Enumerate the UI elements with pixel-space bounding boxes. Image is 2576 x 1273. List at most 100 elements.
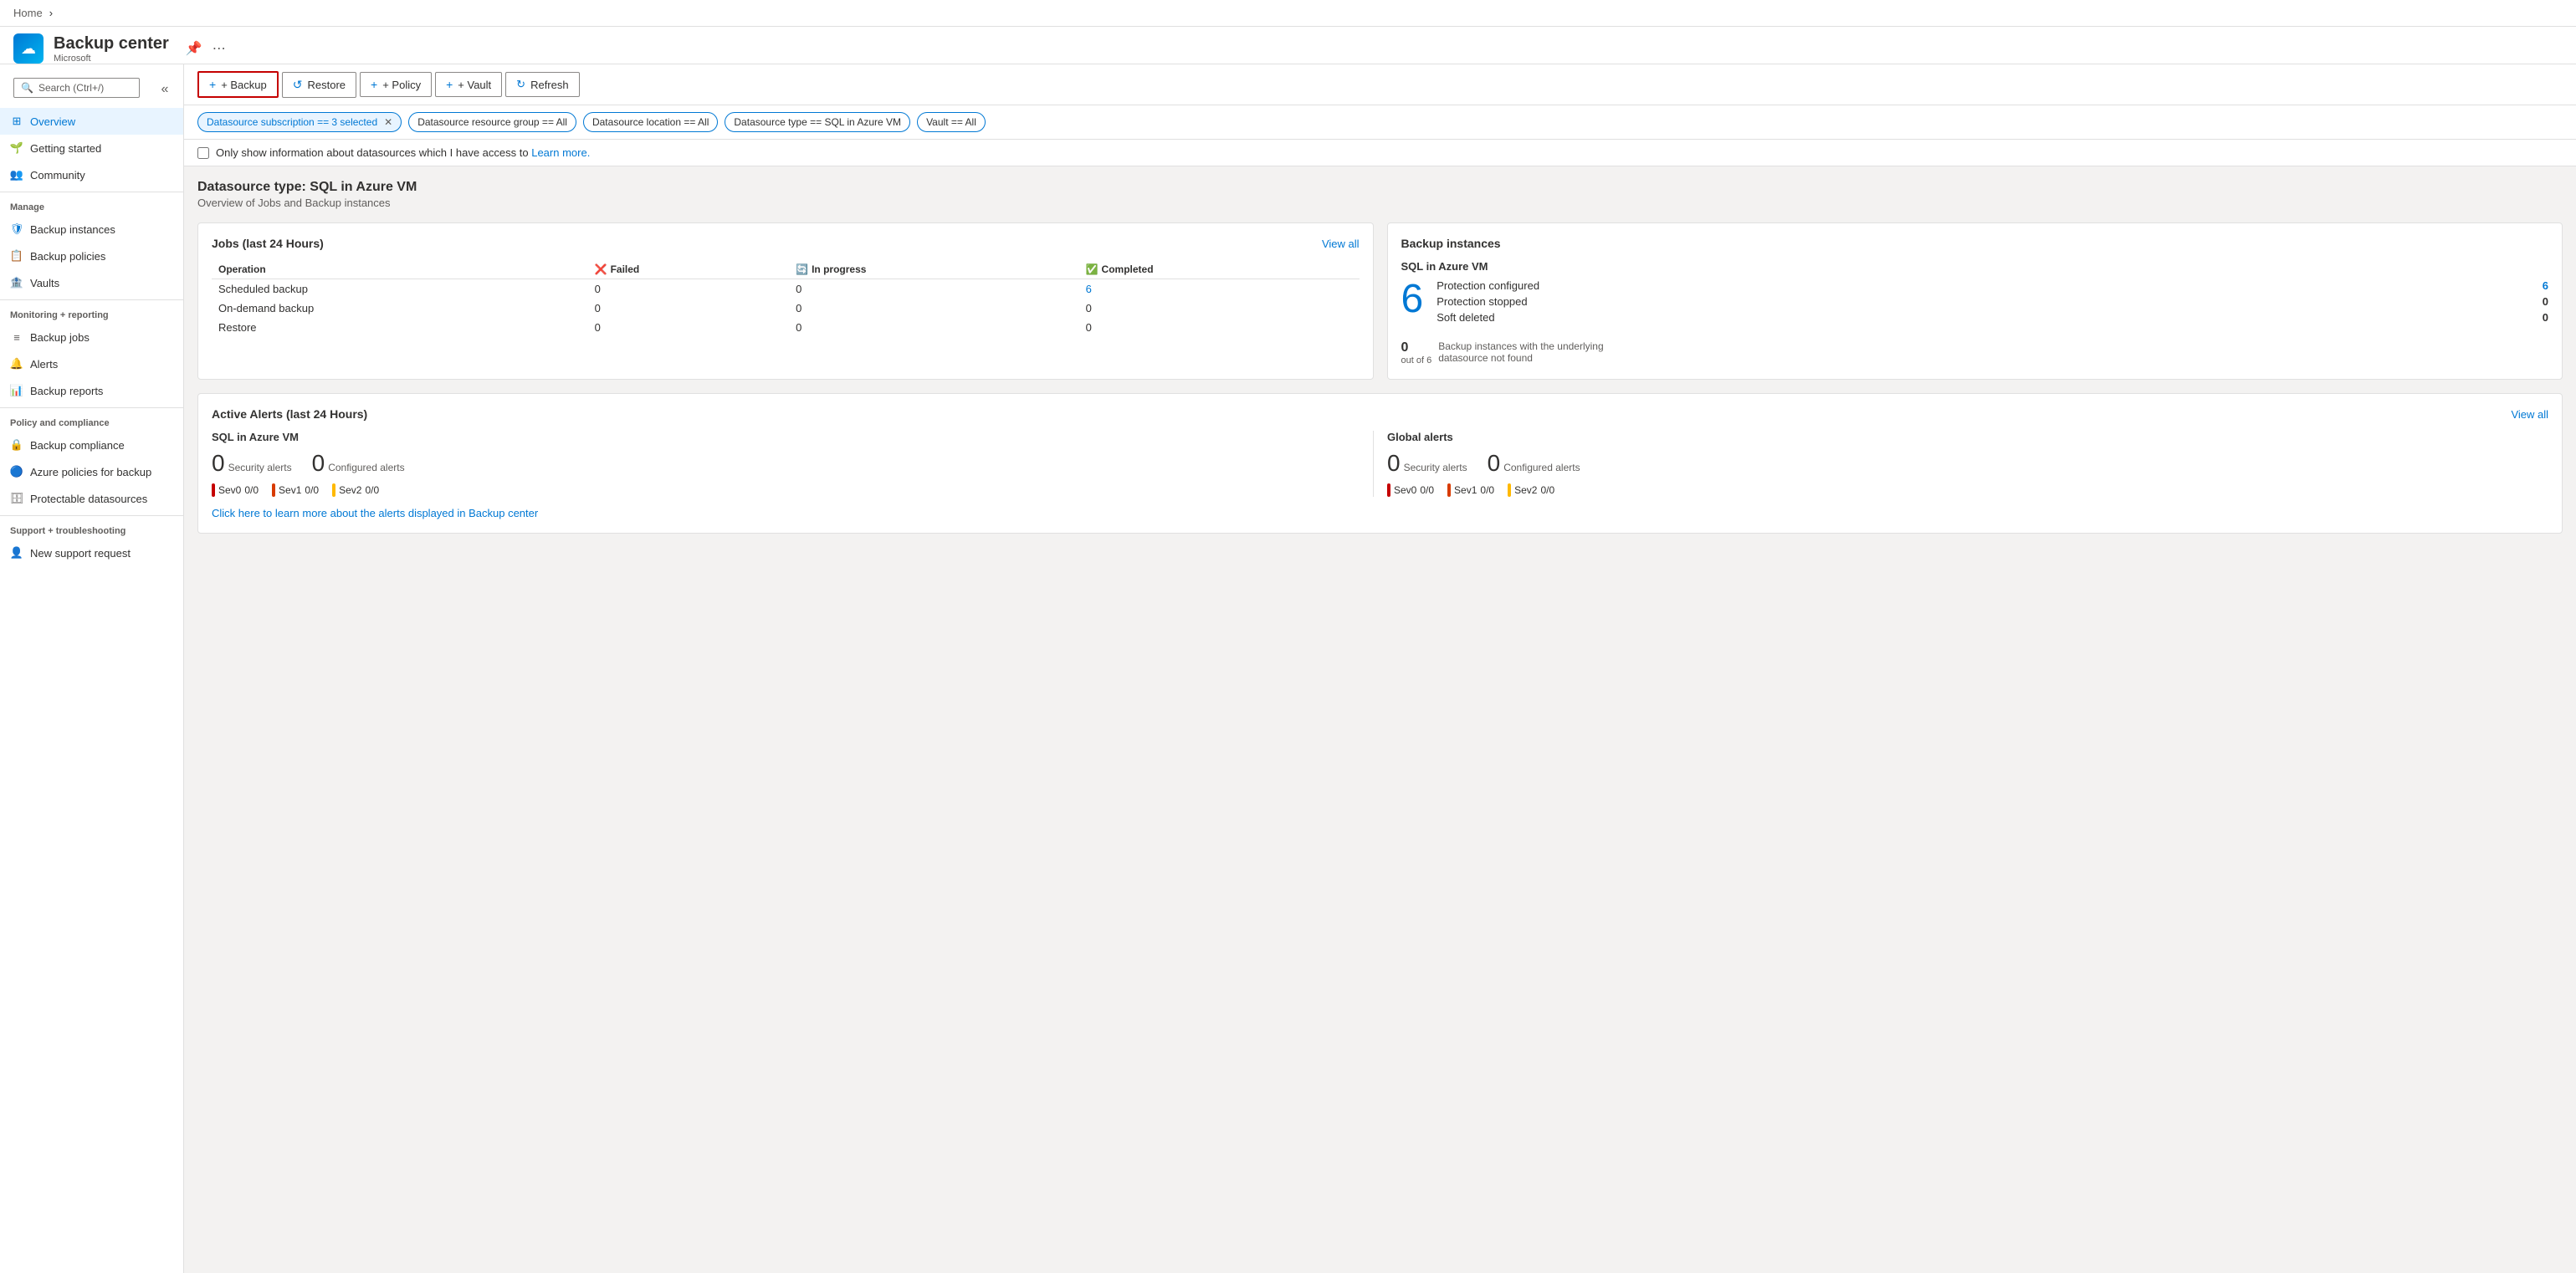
sidebar: 🔍 Search (Ctrl+/) « ⊞ Overview 🌱 Getting… bbox=[0, 64, 184, 1273]
sidebar-label-backup-compliance: Backup compliance bbox=[30, 439, 125, 452]
alerts-sql-security-count: 0 bbox=[212, 450, 225, 477]
alerts-view-all-link[interactable]: View all bbox=[2511, 408, 2548, 421]
jobs-col-operation: Operation bbox=[212, 260, 588, 279]
sidebar-label-backup-jobs: Backup jobs bbox=[30, 331, 90, 344]
restore-button[interactable]: ↺ Restore bbox=[282, 72, 356, 98]
vault-button[interactable]: + + Vault bbox=[435, 72, 502, 97]
sidebar-item-protectable-datasources[interactable]: 🗄 Protectable datasources bbox=[0, 485, 183, 512]
sidebar-label-backup-policies: Backup policies bbox=[30, 250, 105, 263]
backup-button[interactable]: + + Backup bbox=[197, 71, 279, 98]
filter-location[interactable]: Datasource location == All bbox=[583, 112, 718, 132]
breadcrumb-home[interactable]: Home bbox=[13, 7, 43, 19]
sidebar-item-community[interactable]: 👥 Community bbox=[0, 161, 183, 188]
filter-datasource-type-label: Datasource type == SQL in Azure VM bbox=[734, 116, 901, 128]
alerts-sql-configured-num: 0 Configured alerts bbox=[312, 450, 405, 477]
bi-big-num-value: 6 bbox=[1401, 277, 1424, 321]
jobs-col-completed-label: Completed bbox=[1102, 263, 1154, 275]
alerts-global-sev-row: Sev0 0/0 Sev1 0/0 Sev2 0/0 bbox=[1387, 483, 2535, 497]
sidebar-label-protectable-datasources: Protectable datasources bbox=[30, 493, 147, 505]
bi-sub-num-area: 0 out of 6 bbox=[1401, 340, 1432, 366]
jobs-card-header: Jobs (last 24 Hours) View all bbox=[212, 237, 1360, 250]
pin-icon[interactable]: 📌 bbox=[186, 40, 202, 57]
sidebar-label-alerts: Alerts bbox=[30, 358, 58, 371]
alerts-sql-sev-row: Sev0 0/0 Sev1 0/0 Sev2 0/0 bbox=[212, 483, 1360, 497]
refresh-button[interactable]: ↻ Refresh bbox=[505, 72, 579, 97]
sidebar-item-alerts[interactable]: 🔔 Alerts bbox=[0, 350, 183, 377]
sidebar-item-backup-reports[interactable]: 📊 Backup reports bbox=[0, 377, 183, 404]
monitoring-section-label: Monitoring + reporting bbox=[0, 299, 183, 324]
global-sev2-value: 0/0 bbox=[1540, 484, 1554, 496]
sev0-bar bbox=[212, 483, 215, 497]
alerts-sections: SQL in Azure VM 0 Security alerts 0 Conf… bbox=[212, 431, 2548, 497]
alerts-global-title: Global alerts bbox=[1387, 431, 2535, 443]
learn-more-link[interactable]: Learn more. bbox=[531, 146, 590, 159]
alerts-card: Active Alerts (last 24 Hours) View all S… bbox=[197, 393, 2563, 534]
alerts-learn-more-link[interactable]: Click here to learn more about the alert… bbox=[212, 507, 538, 519]
sidebar-collapse-button[interactable]: « bbox=[153, 78, 177, 101]
main-layout: 🔍 Search (Ctrl+/) « ⊞ Overview 🌱 Getting… bbox=[0, 64, 2576, 1273]
sidebar-label-getting-started: Getting started bbox=[30, 142, 101, 155]
job-row-2-failed: 0 bbox=[588, 318, 790, 337]
bi-row-1-value: 0 bbox=[2543, 295, 2548, 308]
sev0-label: Sev0 bbox=[218, 484, 241, 496]
sidebar-item-azure-policies[interactable]: 🔵 Azure policies for backup bbox=[0, 458, 183, 485]
alerts-global-security-label: Security alerts bbox=[1404, 462, 1467, 473]
page-section-subtitle: Overview of Jobs and Backup instances bbox=[197, 197, 2563, 209]
jobs-view-all-link[interactable]: View all bbox=[1322, 238, 1360, 250]
sidebar-label-new-support: New support request bbox=[30, 547, 131, 560]
sidebar-item-backup-instances[interactable]: 🛡 Backup instances bbox=[0, 216, 183, 243]
bi-row-0-value[interactable]: 6 bbox=[2543, 279, 2548, 292]
sidebar-item-vaults[interactable]: 🏦 Vaults bbox=[0, 269, 183, 296]
jobs-col-progress: 🔄 In progress bbox=[789, 260, 1078, 279]
global-sev1-value: 0/0 bbox=[1480, 484, 1494, 496]
app-title: Backup center bbox=[54, 34, 169, 54]
sev1-bar bbox=[272, 483, 275, 497]
jobs-table: Operation ❌ Failed bbox=[212, 260, 1360, 337]
alerts-global-sev0: Sev0 0/0 bbox=[1387, 483, 1434, 497]
backup-plus-icon: + bbox=[209, 78, 216, 91]
community-icon: 👥 bbox=[10, 168, 23, 181]
more-icon[interactable]: ⋯ bbox=[213, 40, 226, 57]
app-subtitle: Microsoft bbox=[54, 54, 169, 64]
alerts-sql-nums-row: 0 Security alerts 0 Configured alerts bbox=[212, 450, 1360, 477]
policy-button[interactable]: + + Policy bbox=[360, 72, 432, 97]
global-sev0-value: 0/0 bbox=[1420, 484, 1434, 496]
content-area: + + Backup ↺ Restore + + Policy + + Vaul… bbox=[184, 64, 2576, 1273]
backup-compliance-icon: 🔒 bbox=[10, 438, 23, 452]
bi-sub-denom: out of 6 bbox=[1401, 355, 1432, 366]
sidebar-item-new-support[interactable]: 👤 New support request bbox=[0, 539, 183, 566]
sidebar-item-backup-policies[interactable]: 📋 Backup policies bbox=[0, 243, 183, 269]
bi-row-0: Protection configured 6 bbox=[1437, 279, 2548, 292]
page-content: Datasource type: SQL in Azure VM Overvie… bbox=[184, 166, 2576, 547]
bi-details: Protection configured 6 Protection stopp… bbox=[1437, 279, 2548, 327]
policy-section-label: Policy and compliance bbox=[0, 407, 183, 432]
filter-subscription[interactable]: Datasource subscription == 3 selected ✕ bbox=[197, 112, 402, 132]
vault-plus-icon: + bbox=[446, 78, 453, 91]
sidebar-search-box[interactable]: 🔍 Search (Ctrl+/) bbox=[13, 78, 140, 98]
app-icon: ☁ bbox=[13, 33, 44, 64]
search-icon: 🔍 bbox=[21, 82, 33, 94]
sidebar-item-getting-started[interactable]: 🌱 Getting started bbox=[0, 135, 183, 161]
global-sev0-label: Sev0 bbox=[1394, 484, 1416, 496]
datasource-access-checkbox[interactable] bbox=[197, 147, 209, 159]
sidebar-item-backup-compliance[interactable]: 🔒 Backup compliance bbox=[0, 432, 183, 458]
job-row-1-failed: 0 bbox=[588, 299, 790, 318]
job-row-1-op: On-demand backup bbox=[212, 299, 588, 318]
filter-resource-group[interactable]: Datasource resource group == All bbox=[408, 112, 576, 132]
backup-label: + Backup bbox=[221, 79, 267, 91]
sidebar-item-overview[interactable]: ⊞ Overview bbox=[0, 108, 183, 135]
checkbox-text: Only show information about datasources … bbox=[216, 146, 529, 159]
jobs-col-progress-label: In progress bbox=[812, 263, 866, 275]
top-bar: Home › bbox=[0, 0, 2576, 27]
filter-vault[interactable]: Vault == All bbox=[917, 112, 986, 132]
filter-subscription-label: Datasource subscription == 3 selected bbox=[207, 116, 377, 128]
job-row-0-failed: 0 bbox=[588, 279, 790, 299]
global-sev2-label: Sev2 bbox=[1514, 484, 1537, 496]
sidebar-item-backup-jobs[interactable]: ≡ Backup jobs bbox=[0, 324, 183, 350]
job-row-2-progress: 0 bbox=[789, 318, 1078, 337]
filter-subscription-close[interactable]: ✕ bbox=[384, 116, 392, 128]
backup-instances-card-header: Backup instances bbox=[1401, 237, 2549, 250]
app-header: ☁ Backup center Microsoft 📌 ⋯ bbox=[0, 27, 2576, 64]
job-row-0-op: Scheduled backup bbox=[212, 279, 588, 299]
filter-datasource-type[interactable]: Datasource type == SQL in Azure VM bbox=[725, 112, 910, 132]
